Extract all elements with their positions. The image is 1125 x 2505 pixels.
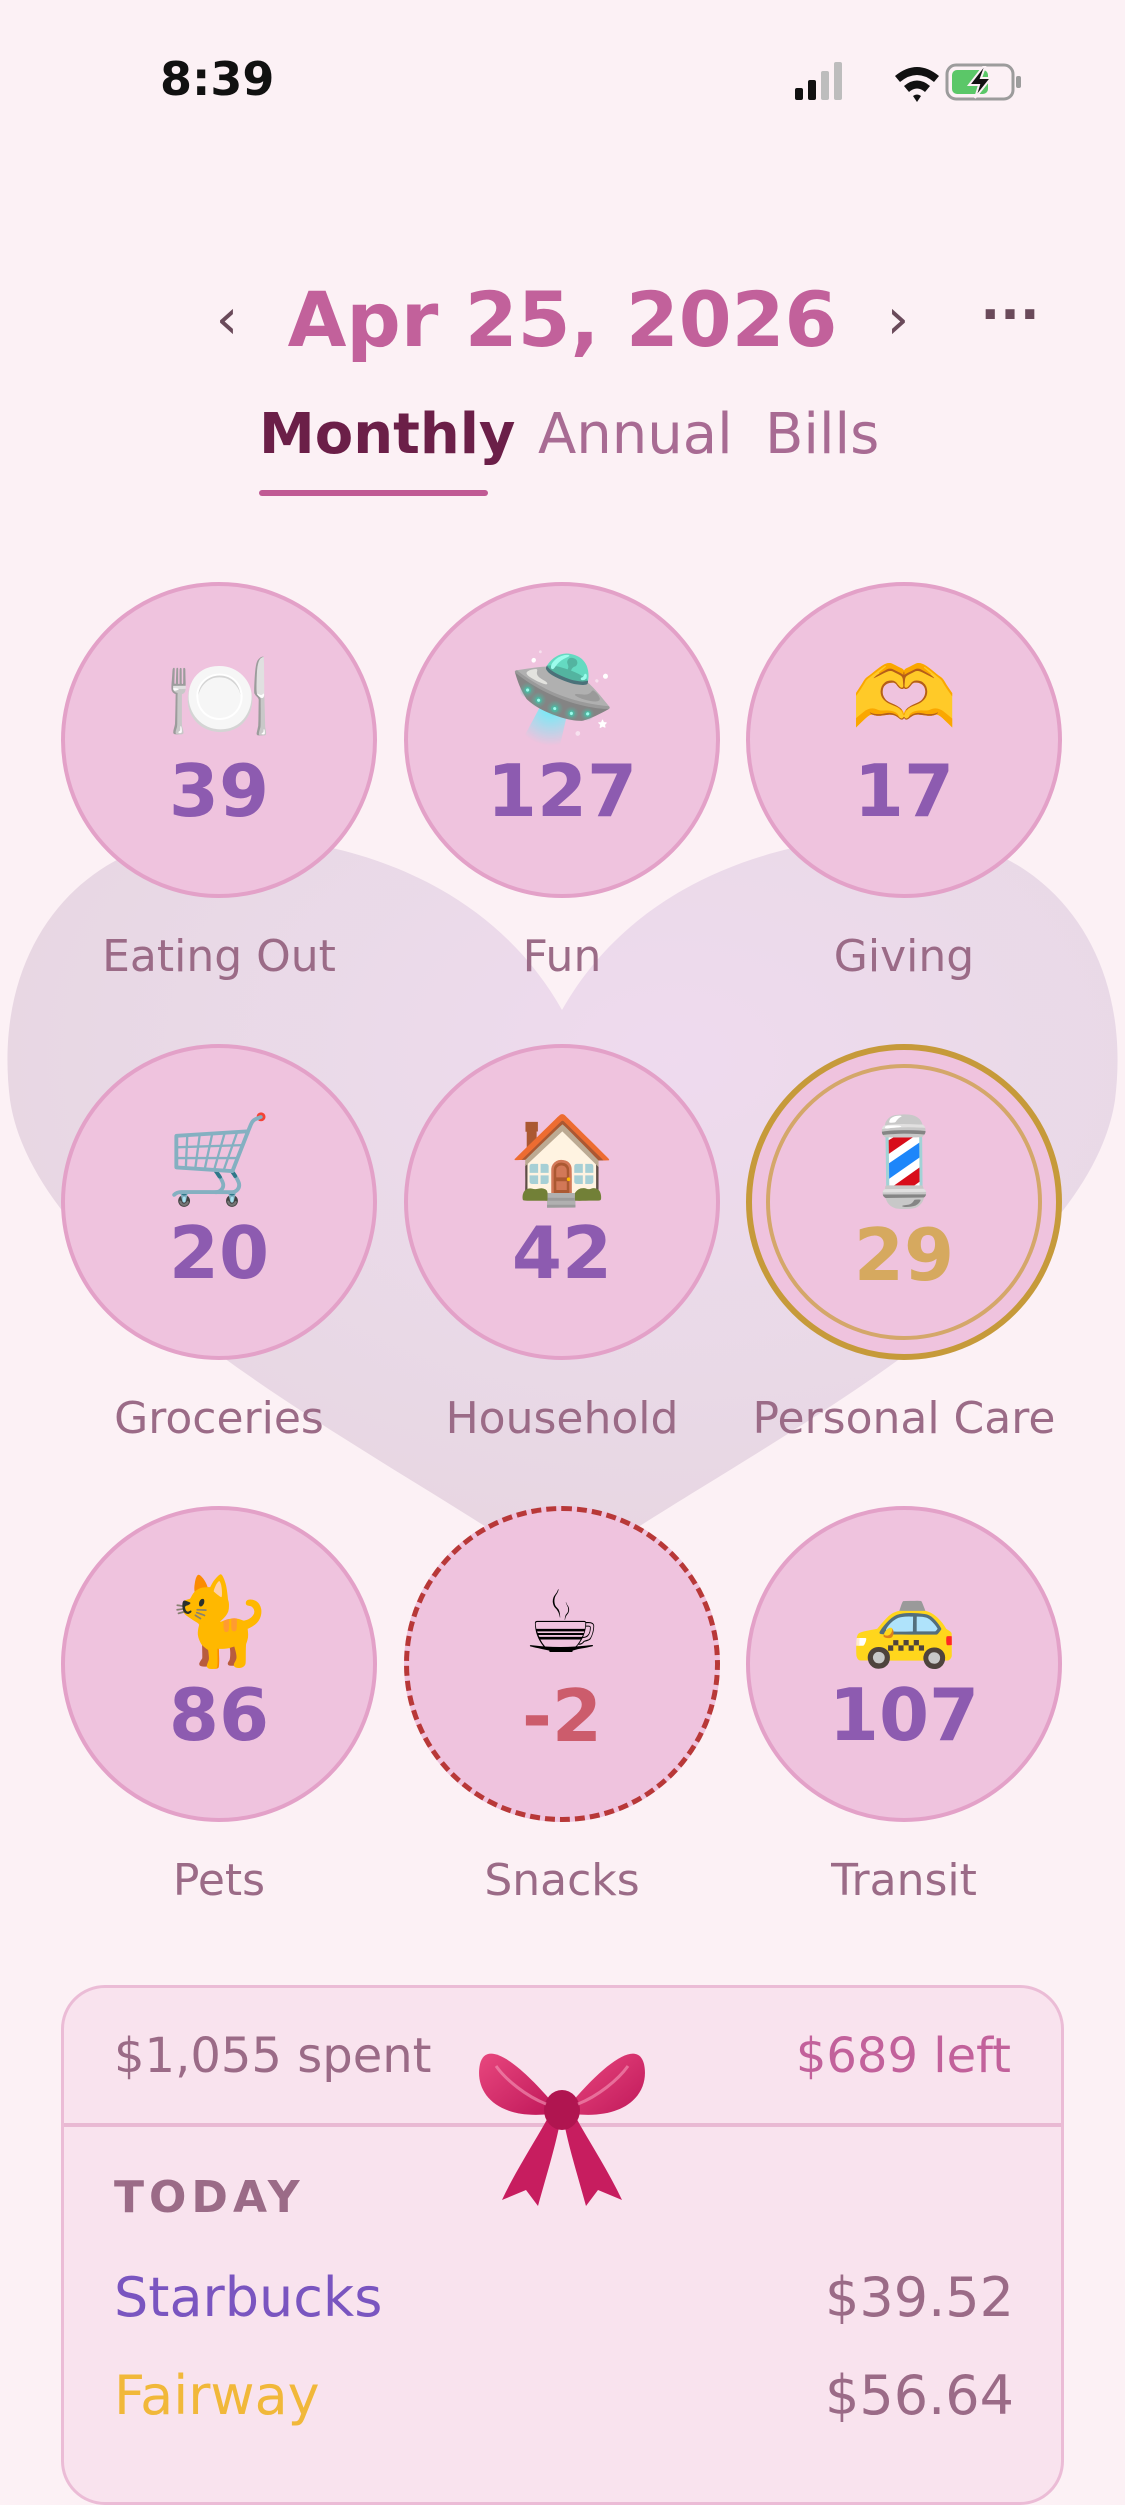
chevron-right-icon[interactable]: › — [863, 270, 933, 370]
category-value: 86 — [168, 1673, 270, 1757]
transaction-name: Fairway — [114, 2364, 320, 2427]
category-value: 42 — [511, 1211, 613, 1295]
date-title[interactable]: Apr 25, 2026 — [0, 270, 1125, 370]
tab-monthly[interactable]: Monthly — [259, 395, 515, 475]
chevron-left-icon[interactable]: ‹ — [192, 270, 262, 370]
barber-pole-icon: 💈 — [850, 1112, 958, 1212]
category-value: 107 — [828, 1673, 980, 1757]
category-value: 39 — [168, 749, 270, 833]
category-value: 17 — [853, 749, 955, 833]
house-icon: 🏠 — [508, 1110, 616, 1210]
category-label: Groceries — [114, 1393, 324, 1444]
category-bubble[interactable]: 🐈 86 — [61, 1506, 377, 1822]
transaction-amount: $56.64 — [825, 2364, 1014, 2427]
ufo-icon: 🛸 — [508, 648, 616, 748]
section-heading-today: TODAY — [114, 2172, 305, 2223]
transaction-amount: $39.52 — [825, 2266, 1014, 2329]
date-header: Apr 25, 2026 ‹ › ··· — [0, 270, 1125, 370]
category-label: Personal Care — [752, 1393, 1056, 1444]
category-label: Giving — [833, 931, 975, 982]
tab-underline — [259, 490, 488, 496]
spent-total: $1,055 spent — [114, 2028, 432, 2084]
battery-charging-icon — [945, 63, 1021, 101]
wifi-icon — [895, 67, 939, 102]
status-icons — [795, 62, 1021, 102]
category-bubble[interactable]: 🍽️ 39 — [61, 582, 377, 898]
category-label: Pets — [172, 1855, 266, 1906]
plate-icon: 🍽️ — [165, 648, 273, 748]
category-bubble[interactable]: 🏠 42 — [404, 1044, 720, 1360]
category-bubble[interactable]: 🚕 107 — [746, 1506, 1062, 1822]
cat-icon: 🐈 — [165, 1572, 273, 1672]
remaining-total: $689 left — [795, 2028, 1011, 2084]
category-value: 29 — [853, 1213, 955, 1297]
category-value: 20 — [168, 1211, 270, 1295]
category-label: Fun — [522, 931, 602, 982]
category-value: -2 — [522, 1674, 602, 1758]
category-bubble[interactable]: 🫶 17 — [746, 582, 1062, 898]
transaction-row[interactable]: Starbucks $39.52 — [114, 2258, 1014, 2338]
tab-bills[interactable]: Bills — [765, 395, 879, 475]
status-bar: 8:39 — [0, 0, 1125, 160]
period-tabs: Monthly Annual Bills — [0, 395, 1125, 505]
category-label: Transit — [831, 1855, 977, 1906]
cellular-signal-icon — [795, 62, 842, 100]
ellipsis-icon[interactable]: ··· — [975, 270, 1045, 370]
category-label: Snacks — [484, 1855, 640, 1906]
status-time: 8:39 — [160, 52, 275, 106]
category-value: 127 — [486, 749, 638, 833]
tab-annual[interactable]: Annual — [538, 395, 733, 475]
ribbon-bow-icon — [479, 2053, 645, 2206]
cart-icon: 🛒 — [165, 1110, 273, 1210]
category-label: Eating Out — [102, 931, 336, 982]
taxi-icon: 🚕 — [850, 1572, 958, 1672]
transaction-row[interactable]: Fairway $56.64 — [114, 2356, 1014, 2436]
category-bubble[interactable]: 🛸 127 — [404, 582, 720, 898]
category-bubble[interactable]: 🛒 20 — [61, 1044, 377, 1360]
category-bubble-selected[interactable]: 💈 29 — [746, 1044, 1062, 1360]
transaction-name: Starbucks — [114, 2266, 383, 2329]
category-label: Household — [445, 1393, 679, 1444]
coffee-icon: ☕ — [523, 1573, 601, 1673]
heart-hands-icon: 🫶 — [850, 648, 958, 748]
category-bubble-over-budget[interactable]: ☕ -2 — [404, 1506, 720, 1822]
